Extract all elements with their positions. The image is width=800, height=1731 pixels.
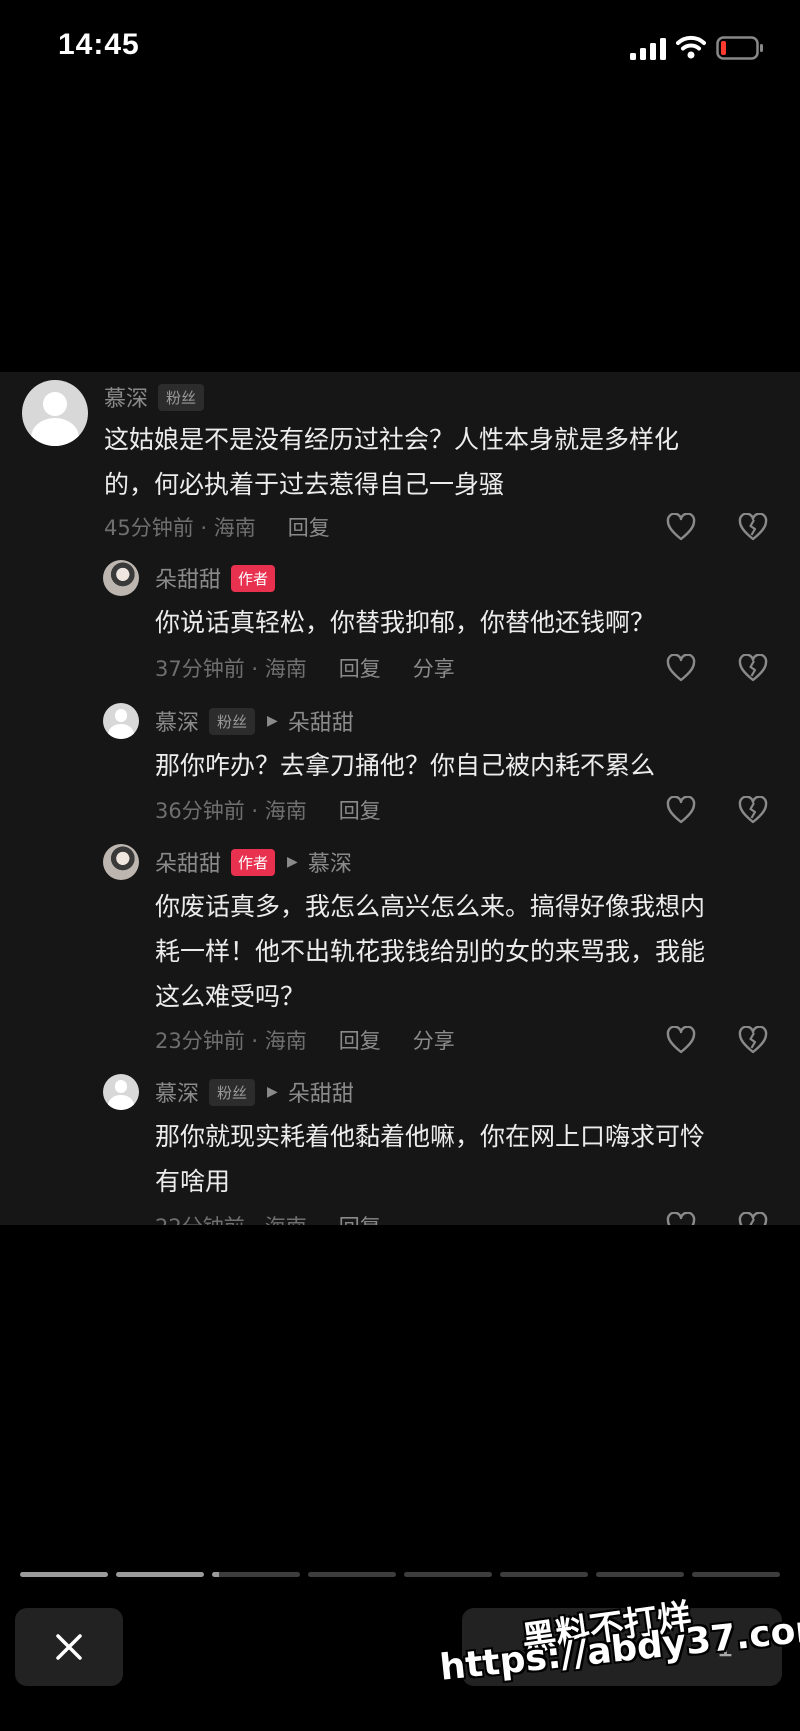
time-location: 23分钟前 · 海南 <box>155 1029 307 1053</box>
reply-to-name[interactable]: 慕深 <box>308 846 352 878</box>
story-progress-bar <box>20 1572 780 1577</box>
reply-button[interactable]: 回复 <box>339 1211 381 1225</box>
close-icon <box>56 1634 82 1660</box>
progress-segment <box>116 1572 204 1577</box>
comment-header: 朵甜甜 作者 <box>155 562 276 594</box>
author-badge: 作者 <box>231 564 276 592</box>
author-badge: 作者 <box>231 848 276 876</box>
like-heart-icon[interactable] <box>666 513 696 541</box>
comment-header: 慕深 粉丝 ▶ 朵甜甜 <box>155 706 354 736</box>
comment-text: 你说话真轻松，你替我抑郁，你替他还钱啊？ <box>155 600 655 645</box>
comment-meta: 37分钟前 · 海南 回复 分享 <box>155 653 455 683</box>
time-location: 36分钟前 · 海南 <box>155 799 307 823</box>
comment-panel: 慕深 粉丝 这姑娘是不是没有经历过社会？人性本身就是多样化 的，何必执着于过去惹… <box>0 372 800 1225</box>
dislike-broken-heart-icon[interactable] <box>738 796 768 824</box>
reply-to-name[interactable]: 朵甜甜 <box>288 1076 354 1108</box>
dislike-broken-heart-icon[interactable] <box>738 513 768 541</box>
dislike-broken-heart-icon[interactable] <box>738 1212 768 1225</box>
comment-text: 这姑娘是不是没有经历过社会？人性本身就是多样化 的，何必执着于过去惹得自己一身骚 <box>104 417 679 507</box>
comment-header: 朵甜甜 作者 ▶ 慕深 <box>155 847 352 877</box>
like-heart-icon[interactable] <box>666 796 696 824</box>
battery-low-icon <box>716 36 763 60</box>
comment-line: 的，何必执着于过去惹得自己一身骚 <box>104 470 505 499</box>
comment-meta: 22分钟前 · 海南 回复 <box>155 1211 381 1225</box>
comment-meta: 36分钟前 · 海南 回复 <box>155 795 381 825</box>
avatar[interactable] <box>103 703 139 739</box>
time-location: 22分钟前 · 海南 <box>155 1211 307 1225</box>
reply-button[interactable]: 回复 <box>339 795 381 825</box>
comment-line: 这么难受吗？ <box>155 982 306 1011</box>
progress-segment <box>20 1572 108 1577</box>
comment-line: 这姑娘是不是没有经历过社会？人性本身就是多样化 <box>104 425 680 454</box>
progress-segment <box>404 1572 492 1577</box>
user-name[interactable]: 朵甜甜 <box>155 846 221 878</box>
progress-segment <box>500 1572 588 1577</box>
time-location: 37分钟前 · 海南 <box>155 657 307 681</box>
like-heart-icon[interactable] <box>666 1026 696 1054</box>
comment-header: 慕深 粉丝 ▶ 朵甜甜 <box>155 1077 354 1107</box>
share-button[interactable]: 分享 <box>413 1025 455 1055</box>
comment-meta: 45分钟前 · 海南 回复 <box>104 512 330 542</box>
like-heart-icon[interactable] <box>666 1212 696 1225</box>
user-name[interactable]: 慕深 <box>155 705 199 737</box>
reply-arrow-icon: ▶ <box>267 713 278 729</box>
comment-line: 那你咋办？去拿刀捅他？你自己被内耗不累么 <box>155 751 656 780</box>
reply-button[interactable]: 回复 <box>339 653 381 683</box>
wifi-icon <box>676 35 706 59</box>
dislike-broken-heart-icon[interactable] <box>738 1026 768 1054</box>
avatar[interactable] <box>103 1074 139 1110</box>
reply-button[interactable]: 回复 <box>288 512 330 542</box>
user-name[interactable]: 慕深 <box>155 1076 199 1108</box>
comment-line: 那你就现实耗着他黏着他嘛，你在网上口嗨求可怜 <box>155 1122 706 1151</box>
comment-line: 有啥用 <box>155 1167 231 1196</box>
dislike-broken-heart-icon[interactable] <box>738 654 768 682</box>
comment-meta: 23分钟前 · 海南 回复 分享 <box>155 1025 455 1055</box>
share-button[interactable]: 分享 <box>413 653 455 683</box>
avatar[interactable] <box>103 560 139 596</box>
reply-button[interactable]: 回复 <box>339 1025 381 1055</box>
user-name[interactable]: 朵甜甜 <box>155 562 221 594</box>
reply-arrow-icon: ▶ <box>287 854 298 870</box>
comment-line: 你说话真轻松，你替我抑郁，你替他还钱啊？ <box>155 608 656 637</box>
cellular-signal-icon <box>630 38 666 60</box>
progress-segment <box>596 1572 684 1577</box>
time-location: 45分钟前 · 海南 <box>104 516 256 540</box>
avatar[interactable] <box>103 844 139 880</box>
close-button[interactable] <box>15 1608 123 1686</box>
comment-text: 那你咋办？去拿刀捅他？你自己被内耗不累么 <box>155 743 655 788</box>
reply-arrow-icon: ▶ <box>267 1084 278 1100</box>
comment-line: 你废话真多，我怎么高兴怎么来。搞得好像我想内 <box>155 892 706 921</box>
fan-badge: 粉丝 <box>209 707 256 735</box>
reply-to-name[interactable]: 朵甜甜 <box>288 705 354 737</box>
progress-segment <box>308 1572 396 1577</box>
comment-line: 耗一样！他不出轨花我钱给别的女的来骂我，我能 <box>155 937 706 966</box>
comment-text: 你废话真多，我怎么高兴怎么来。搞得好像我想内 耗一样！他不出轨花我钱给别的女的来… <box>155 884 705 1019</box>
status-time: 14:45 <box>58 28 140 61</box>
user-name[interactable]: 慕深 <box>104 381 148 413</box>
comment-text: 那你就现实耗着他黏着他嘛，你在网上口嗨求可怜 有啥用 <box>155 1114 705 1204</box>
fan-badge: 粉丝 <box>209 1078 256 1106</box>
progress-segment <box>212 1572 300 1577</box>
comment-header: 慕深 粉丝 <box>104 381 205 413</box>
fan-badge: 粉丝 <box>158 383 205 411</box>
status-bar: 14:45 <box>0 0 800 100</box>
like-heart-icon[interactable] <box>666 654 696 682</box>
progress-segment <box>692 1572 780 1577</box>
avatar[interactable] <box>22 380 88 446</box>
